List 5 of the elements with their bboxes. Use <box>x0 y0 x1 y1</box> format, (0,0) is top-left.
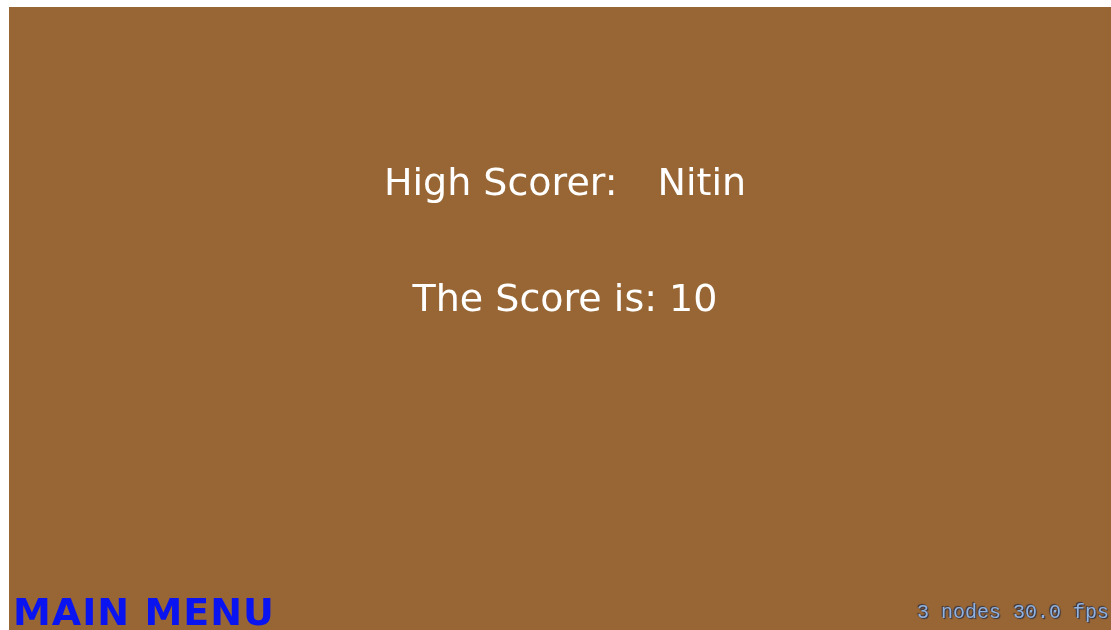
high-scorer-name: Nitin <box>657 160 747 204</box>
fps-counter: 3 nodes 30.0 fps <box>916 601 1110 626</box>
main-menu-button[interactable]: MAIN MENU <box>9 594 275 630</box>
score-text: The Score is: 10 <box>412 276 718 320</box>
high-scorer-label: High Scorer: <box>383 160 618 204</box>
